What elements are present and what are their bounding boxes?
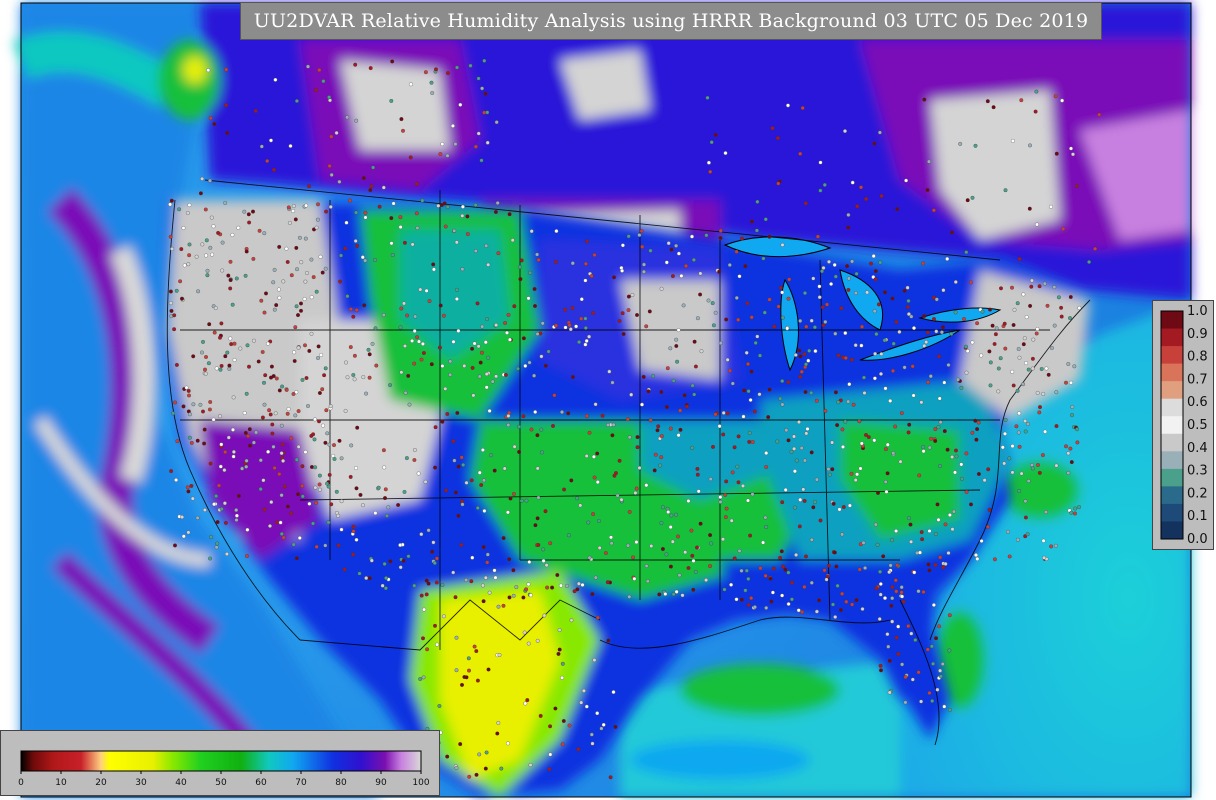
confidence-colorbar: 1.0 0.9 0.8 0.7 0.6 0.5 0.4 0.3 0.2 0.1 0.0 [1160,304,1208,547]
humidity-tick-label: 60 [255,778,267,788]
confidence-tick-label: 0.4 [1187,441,1208,456]
humidity-tick-label: 80 [335,778,347,788]
confidence-tick-label: 0.1 [1187,509,1208,524]
confidence-legend: 1.0 0.9 0.8 0.7 0.6 0.5 0.4 0.3 0.2 0.1 0.0 [1152,300,1214,550]
confidence-swatch [1161,468,1183,487]
confidence-swatch [1161,398,1183,417]
confidence-swatch [1161,503,1183,522]
confidence-swatch [1161,346,1183,365]
map-title: UU2DVAR Relative Humidity Analysis using… [253,10,1089,32]
confidence-swatch [1161,486,1183,505]
confidence-tick-label: 0.2 [1187,486,1208,501]
confidence-tick-label: 0.7 [1187,372,1208,387]
humidity-tick-label: 20 [95,778,107,788]
confidence-tick-label: 0.5 [1187,418,1208,433]
humidity-gradient-bar [20,750,422,772]
confidence-tick-label: 0.3 [1187,464,1208,479]
confidence-swatch [1161,311,1183,330]
humidity-tick-label: 90 [375,778,387,788]
humidity-tick-label: 30 [135,778,147,788]
confidence-swatch [1161,363,1183,382]
confidence-tick-label: 0.8 [1187,350,1208,365]
confidence-tick-label: 0.6 [1187,395,1208,410]
confidence-swatch [1161,416,1183,435]
map-title-box: UU2DVAR Relative Humidity Analysis using… [240,2,1102,40]
confidence-swatch [1161,521,1183,540]
humidity-tick-label: 40 [175,778,187,788]
humidity-map [13,2,1192,798]
confidence-tick-label: 1.0 [1187,304,1208,319]
confidence-swatch [1161,381,1183,400]
humidity-tick-label: 0 [18,778,24,788]
confidence-swatch [1161,328,1183,347]
humidity-tick-label: 50 [215,778,227,788]
confidence-swatch [1161,451,1183,470]
confidence-tick-label: 0.9 [1187,327,1208,342]
humidity-legend: 0 10 20 30 40 50 60 70 80 90 100 [0,730,440,796]
humidity-tick-label: 100 [412,778,429,788]
confidence-tick-label: 0.0 [1187,532,1208,547]
confidence-swatch [1161,433,1183,452]
humidity-tick-label: 10 [55,778,67,788]
humidity-tick-label: 70 [295,778,307,788]
humidity-colorbar: 0 10 20 30 40 50 60 70 80 90 100 [18,750,430,788]
